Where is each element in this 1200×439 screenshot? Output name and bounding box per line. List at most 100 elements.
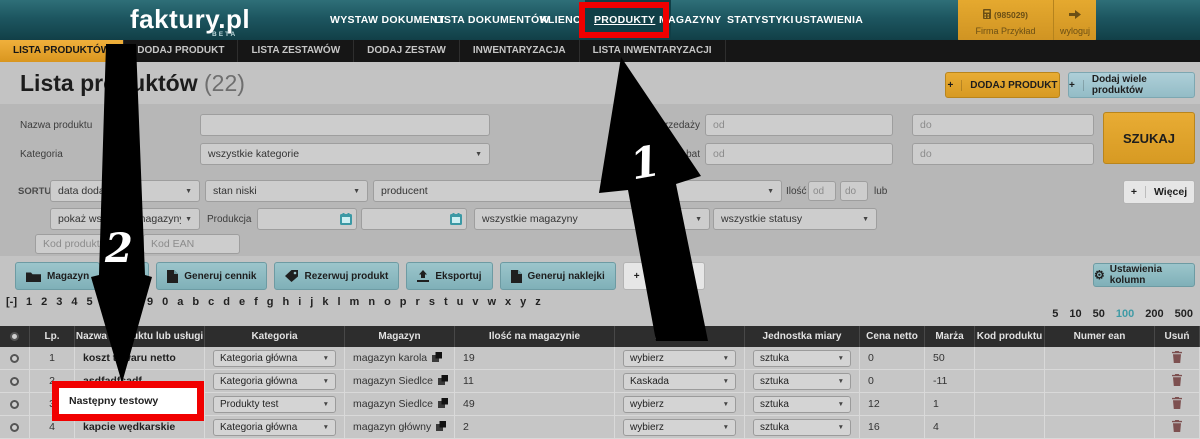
trash-icon[interactable] [1172, 397, 1182, 412]
alpha-item[interactable]: o [384, 296, 391, 308]
column-settings-button[interactable]: ⚙ Ustawienia kolumn [1093, 263, 1195, 287]
stock-levels-icon[interactable] [438, 398, 448, 411]
generate-labels-button[interactable]: Generuj naklejki [500, 262, 616, 290]
nav-item-produkty[interactable]: PRODUKTY [594, 14, 655, 26]
alpha-item[interactable]: p [400, 296, 407, 308]
product-name-input[interactable] [200, 114, 490, 136]
radio-button[interactable] [10, 423, 19, 432]
discount-to-input[interactable] [912, 143, 1094, 165]
row-ean-cell[interactable] [1045, 393, 1155, 415]
alpha-item[interactable]: e [239, 296, 245, 308]
row-name-cell[interactable]: koszt towaru netto [75, 347, 205, 369]
alpha-item[interactable]: 5 [87, 296, 93, 308]
magazyn-button[interactable]: Magazyn [15, 262, 100, 290]
nav-item-lista-dokument-w[interactable]: LISTA DOKUMENTÓW [434, 14, 550, 26]
account-info[interactable]: (985029) Firma Przykład [958, 0, 1054, 42]
warehouses-select[interactable]: wszystkie magazyny▼ [474, 208, 710, 230]
row-name-cell[interactable] [75, 393, 205, 415]
alpha-item[interactable]: 0 [162, 296, 168, 308]
row-select[interactable]: wybierz▼ [623, 396, 736, 413]
alpha-item[interactable]: t [444, 296, 448, 308]
search-button[interactable]: SZUKAJ [1103, 112, 1195, 164]
row-select[interactable]: sztuka▼ [753, 350, 851, 367]
actions-more-button[interactable]: + Więcej [623, 262, 705, 290]
alpha-item[interactable]: d [223, 296, 230, 308]
alpha-item[interactable]: c [208, 296, 214, 308]
sale-price-from-input[interactable] [705, 114, 893, 136]
show-all-select[interactable]: pokaż wszystkie magazyny▼ [50, 208, 200, 230]
alpha-item[interactable]: 3 [56, 296, 62, 308]
page-size-option[interactable]: 100 [1116, 308, 1134, 320]
trash-icon[interactable] [1172, 351, 1182, 366]
row-select[interactable]: sztuka▼ [753, 373, 851, 390]
tab-lista-produkt-w[interactable]: LISTA PRODUKTÓW [0, 40, 124, 62]
alpha-item[interactable]: h [283, 296, 290, 308]
row-margin-cell[interactable]: 1 [925, 393, 975, 415]
tab-dodaj-produkt[interactable]: DODAJ PRODUKT [124, 40, 238, 62]
print-button[interactable] [107, 262, 149, 290]
trash-icon[interactable] [1172, 374, 1182, 389]
tab-lista-zestaw-w[interactable]: LISTA ZESTAWÓW [238, 40, 354, 62]
row-warehouse-cell[interactable]: magazyn Siedlce [345, 393, 455, 415]
alpha-item[interactable]: l [337, 296, 340, 308]
row-name-cell[interactable]: kapcie wędkarskie [75, 416, 205, 438]
row-select[interactable]: Kategoria główna▼ [213, 419, 336, 436]
alpha-item[interactable]: i [298, 296, 301, 308]
row-code-cell[interactable] [975, 416, 1045, 438]
row-select[interactable]: sztuka▼ [753, 396, 851, 413]
row-margin-cell[interactable]: -11 [925, 370, 975, 392]
reserve-product-button[interactable]: Rezerwuj produkt [274, 262, 399, 290]
production-date-from-input[interactable] [257, 208, 357, 230]
alpha-item[interactable]: 1 [26, 296, 32, 308]
row-select[interactable]: wybierz▼ [623, 419, 736, 436]
page-size-option[interactable]: 200 [1145, 308, 1163, 320]
row-delete-cell[interactable] [1155, 370, 1200, 392]
alpha-item[interactable]: 8 [132, 296, 138, 308]
alpha-item[interactable]: 9 [147, 296, 153, 308]
alpha-item[interactable]: 7 [117, 296, 123, 308]
row-select[interactable]: wybierz▼ [623, 350, 736, 367]
nav-item-statystyki[interactable]: STATYSTYKI [727, 14, 794, 26]
alpha-item[interactable]: j [310, 296, 313, 308]
row-margin-cell[interactable]: 50 [925, 347, 975, 369]
radio-icon[interactable] [10, 332, 19, 341]
add-many-products-button[interactable]: + Dodaj wiele produktów [1068, 72, 1195, 98]
category-select[interactable]: wszystkie kategorie▼ [200, 143, 490, 165]
trash-icon[interactable] [1172, 420, 1182, 435]
row-code-cell[interactable] [975, 393, 1045, 415]
row-price-cell[interactable]: 0 [860, 347, 925, 369]
producer-select[interactable]: producent▼ [373, 180, 782, 202]
page-size-option[interactable]: 5 [1052, 308, 1058, 320]
alpha-item[interactable]: b [192, 296, 199, 308]
row-price-cell[interactable]: 12 [860, 393, 925, 415]
row-warehouse-cell[interactable]: magazyn Siedlce [345, 370, 455, 392]
row-warehouse-cell[interactable]: magazyn główny [345, 416, 455, 438]
row-delete-cell[interactable] [1155, 393, 1200, 415]
product-code-input[interactable] [35, 234, 138, 254]
row-name-cell[interactable]: asdfadfsadf [75, 370, 205, 392]
row-price-cell[interactable]: 16 [860, 416, 925, 438]
alpha-item[interactable]: m [350, 296, 360, 308]
row-delete-cell[interactable] [1155, 416, 1200, 438]
alpha-item[interactable]: 4 [71, 296, 77, 308]
nav-item-wystaw-dokument[interactable]: WYSTAW DOKUMENT [330, 14, 445, 26]
ean-code-input[interactable] [143, 234, 240, 254]
tab-inwentaryzacja[interactable]: INWENTARYZACJA [460, 40, 580, 62]
row-select[interactable]: sztuka▼ [753, 419, 851, 436]
logout-button[interactable]: wyloguj [1054, 0, 1096, 42]
page-size-option[interactable]: 500 [1175, 308, 1193, 320]
alpha-item[interactable]: r [416, 296, 420, 308]
row-delete-cell[interactable] [1155, 347, 1200, 369]
alpha-item[interactable]: x [505, 296, 511, 308]
alpha-item[interactable]: n [368, 296, 375, 308]
row-warehouse-cell[interactable]: magazyn karola [345, 347, 455, 369]
nav-item-klienci[interactable]: KLIENCI [540, 14, 584, 26]
alpha-item[interactable]: k [322, 296, 328, 308]
alpha-item[interactable]: v [472, 296, 478, 308]
tab-lista-inwentaryzacji[interactable]: LISTA INWENTARYZACJI [580, 40, 726, 62]
low-stock-select[interactable]: stan niski▼ [205, 180, 368, 202]
sort-date-added-select[interactable]: data dodania▼ [50, 180, 200, 202]
radio-button[interactable] [10, 400, 19, 409]
row-select[interactable]: Kaskada▼ [623, 373, 736, 390]
row-select[interactable]: Kategoria główna▼ [213, 350, 336, 367]
